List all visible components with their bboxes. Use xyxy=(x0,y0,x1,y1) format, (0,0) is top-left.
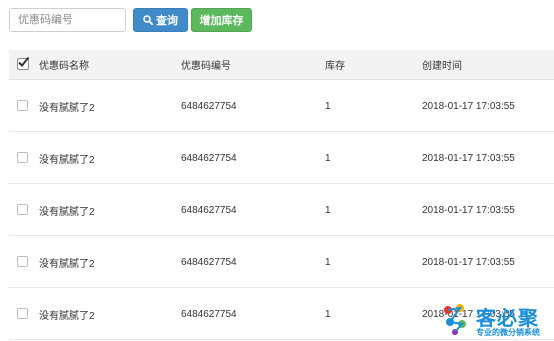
watermark-subtitle: 专业的微分销系统 xyxy=(476,328,540,337)
coupon-name-cell: 没有腻腻了2 xyxy=(39,154,95,166)
stock-cell: 1 xyxy=(325,204,331,216)
table-row: 没有腻腻了2 6484627754 1 2018-01-17 17:03:55 xyxy=(9,235,554,287)
header-coupon-code[interactable]: 优惠码编号 xyxy=(181,50,325,80)
table-header-row: 优惠码名称 优惠码编号 库存 创建时间 xyxy=(9,50,554,80)
coupon-code-search-input[interactable] xyxy=(9,8,126,32)
coupon-table: 优惠码名称 优惠码编号 库存 创建时间 没有腻腻了2 6484627754 1 … xyxy=(9,50,554,340)
header-select-cell xyxy=(9,50,39,80)
table-row: 没有腻腻了2 6484627754 1 2018-01-17 17:03:55 xyxy=(9,79,554,131)
created-time-cell: 2018-01-17 17:03:55 xyxy=(422,256,515,268)
row-checkbox[interactable] xyxy=(17,152,28,164)
stock-cell: 1 xyxy=(325,100,331,112)
header-created-time[interactable]: 创建时间 xyxy=(422,50,554,80)
coupon-code-cell: 6484627754 xyxy=(181,308,237,320)
toolbar: 查询 增加库存 xyxy=(0,0,554,50)
stock-cell: 1 xyxy=(325,152,331,164)
search-icon xyxy=(143,15,153,25)
coupon-name-cell: 没有腻腻了2 xyxy=(39,102,95,114)
header-stock[interactable]: 库存 xyxy=(325,50,422,80)
coupon-name-cell: 没有腻腻了2 xyxy=(39,310,95,322)
stock-cell: 1 xyxy=(325,308,331,320)
coupon-name-cell: 没有腻腻了2 xyxy=(39,206,95,218)
created-time-cell: 2018-01-17 17:03:55 xyxy=(422,204,515,216)
coupon-code-cell: 6484627754 xyxy=(181,204,237,216)
row-checkbox[interactable] xyxy=(17,100,28,112)
table-row: 没有腻腻了2 6484627754 1 2018-01-17 17:03:55 xyxy=(9,131,554,183)
row-checkbox[interactable] xyxy=(17,256,28,268)
coupon-name-cell: 没有腻腻了2 xyxy=(39,258,95,270)
created-time-cell: 2018-01-17 17:03:55 xyxy=(422,152,515,164)
header-coupon-name[interactable]: 优惠码名称 xyxy=(39,50,181,80)
table-row: 没有腻腻了2 6484627754 1 2018-01-17 17:03:55 xyxy=(9,183,554,235)
created-time-cell: 2018-01-17 17:03:55 xyxy=(422,100,515,112)
watermark: 客必聚 专业的微分销系统 xyxy=(438,300,550,340)
add-stock-button-label: 增加库存 xyxy=(199,15,244,27)
query-button[interactable]: 查询 xyxy=(133,8,188,32)
checkmark-icon xyxy=(18,57,30,68)
stock-cell: 1 xyxy=(325,256,331,268)
select-all-checkbox[interactable] xyxy=(17,57,30,71)
add-stock-button[interactable]: 增加库存 xyxy=(191,8,252,32)
coupon-code-cell: 6484627754 xyxy=(181,100,237,112)
row-checkbox[interactable] xyxy=(17,204,28,216)
brand-logo-icon xyxy=(444,304,466,335)
row-checkbox[interactable] xyxy=(17,308,28,320)
coupon-code-cell: 6484627754 xyxy=(181,152,237,164)
query-button-label: 查询 xyxy=(156,15,178,27)
coupon-code-cell: 6484627754 xyxy=(181,256,237,268)
